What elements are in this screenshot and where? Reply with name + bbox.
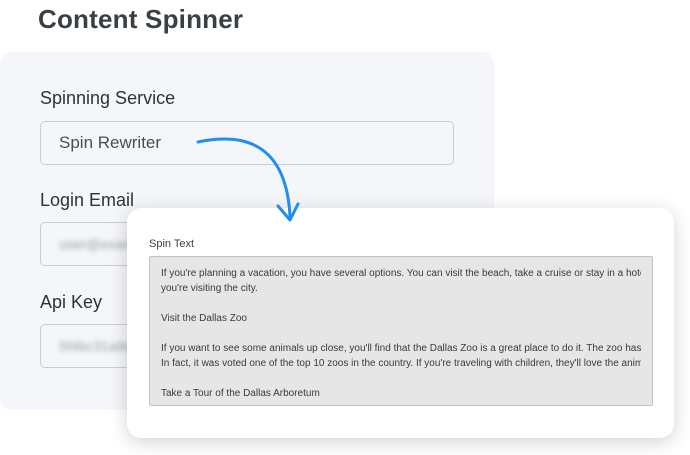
spin-text-area[interactable]: If you're planning a vacation, you have … <box>149 256 653 406</box>
spin-text-line: If you're planning a vacation, you have … <box>161 268 641 279</box>
spin-text-card: Spin Text If you're planning a vacation,… <box>127 208 674 438</box>
spin-text-line: In fact, it was voted one of the top 10 … <box>161 358 641 369</box>
api-key-label: Api Key <box>40 292 103 312</box>
spin-text-heading: Visit the Dallas Zoo <box>161 313 247 324</box>
page-title: Content Spinner <box>38 4 244 34</box>
spin-text-line: you're visiting the city. <box>161 283 258 294</box>
spin-text-label: Spin Text <box>149 238 195 250</box>
login-email-label: Login Email <box>40 190 135 210</box>
spinning-service-label: Spinning Service <box>40 88 176 108</box>
spin-text-heading: Take a Tour of the Dallas Arboretum <box>161 388 320 399</box>
spin-text-line: If you want to see some animals up close… <box>161 343 641 354</box>
curved-arrow-icon <box>196 137 300 222</box>
